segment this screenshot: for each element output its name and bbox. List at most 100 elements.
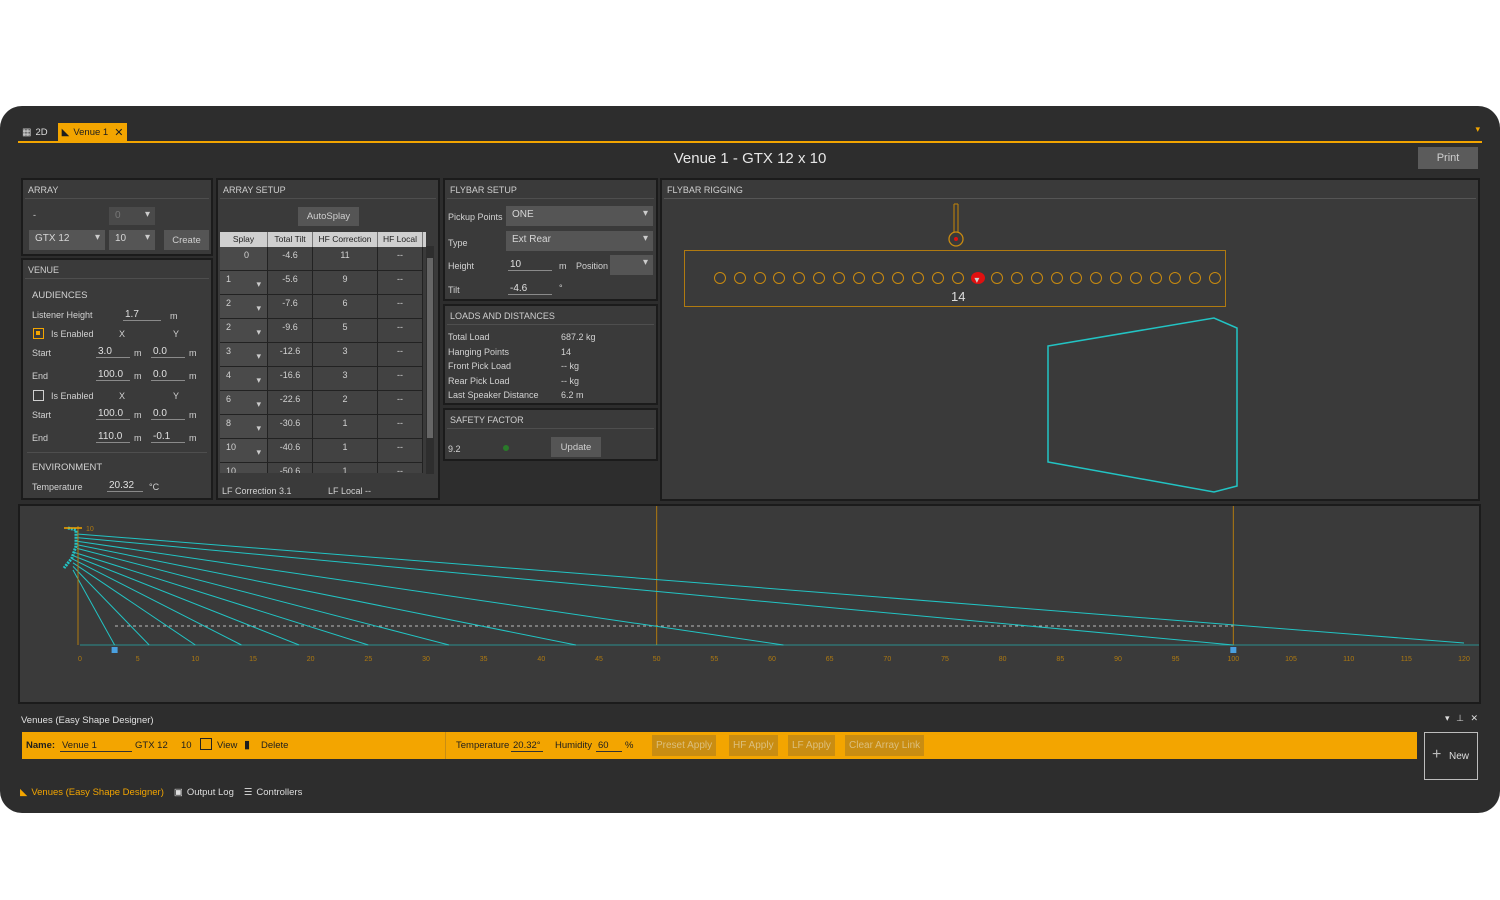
hf-apply-button[interactable]: HF Apply [729,735,778,756]
pin-icon[interactable]: ⊥ [1456,713,1464,723]
close-icon[interactable]: ✕ [114,126,123,139]
tab-2d[interactable]: ▦ 2D [18,123,52,142]
clear-array-link-button[interactable]: Clear Array Link [845,735,925,756]
tab-output-log[interactable]: ▣ Output Log [174,787,234,798]
table-scrollbar[interactable] [426,246,434,474]
close-icon[interactable]: ✕ [1470,713,1478,723]
splay-select[interactable]: 4 [220,367,268,391]
terminal-icon: ▣ [173,787,183,798]
x-tick-label: 105 [1285,656,1297,663]
y-label: Y [173,391,180,401]
audience-1-start-y[interactable]: 0.0 [151,346,185,358]
hf-correction-cell[interactable]: 2 [313,391,378,415]
hf-correction-cell[interactable]: 1 [313,439,378,463]
x-tick-label: 110 [1343,656,1354,663]
table-row: 0 -4.6 11 -- [220,247,426,271]
tilt-input[interactable]: -4.6 [508,283,552,295]
hf-correction-cell[interactable]: 3 [313,343,378,367]
temperature-input[interactable]: 20.32 [107,480,143,492]
splay-select[interactable]: 2 [220,295,268,319]
x-tick-label: 5 [136,656,140,663]
document-tabs: ▦ 2D ◣ Venue 1 ✕ [18,122,133,142]
audience-1-start-x[interactable]: 3.0 [96,346,130,358]
audience-2-start-x[interactable]: 100.0 [96,408,130,420]
table-row: 3-12.63-- [220,343,426,367]
list-icon: ☰ [243,787,253,798]
delete-icon[interactable]: ▮ [244,738,250,751]
hf-correction-cell[interactable]: 1 [313,415,378,439]
update-button[interactable]: Update [551,437,601,457]
load-value: -- kg [561,375,579,386]
hf-correction-cell[interactable]: 1 [313,463,378,473]
audience-1-end-y[interactable]: 0.0 [151,369,185,381]
unit-m: m [170,311,178,321]
tab-controllers[interactable]: ☰ Controllers [244,787,302,798]
hf-correction-cell[interactable]: 11 [313,247,378,271]
listener-height-input[interactable]: 1.7 [123,309,161,321]
audience-2-enabled-label: Is Enabled [51,391,94,401]
audience-2-end-y[interactable]: -0.1 [151,431,185,443]
hf-correction-cell[interactable]: 3 [313,367,378,391]
height-input[interactable]: 10 [508,259,552,271]
total-tilt-cell: -16.6 [268,367,313,391]
view-checkbox[interactable] [200,738,212,750]
tab-venue-label: Venue 1 [73,126,109,138]
chevron-down-icon[interactable]: ▾ [1445,713,1450,723]
array-height-label: 10 [86,526,94,533]
total-tilt-cell: -50.6 [268,463,313,473]
audience-2-start-y[interactable]: 0.0 [151,408,185,420]
temperature-label: Temperature [32,482,83,492]
delete-label[interactable]: Delete [261,740,288,751]
coverage-ray [72,569,116,646]
tilt-unit: ° [559,283,563,293]
tab-venues[interactable]: ◣ Venues (Easy Shape Designer) [20,787,164,798]
hf-correction-cell[interactable]: 5 [313,319,378,343]
total-tilt-cell: -12.6 [268,343,313,367]
hf-correction-cell[interactable]: 9 [313,271,378,295]
new-venue-button[interactable]: + New [1424,732,1478,780]
humidity-input[interactable]: 60 [596,740,622,752]
load-label: Front Pick Load [448,361,512,372]
lf-apply-button[interactable]: LF Apply [788,735,835,756]
tab-2d-label: 2D [35,126,48,138]
side-view-svg: 100 5 10 15 20 25 30 35 40 45 50 55 60 65 70 75 80 85 90 95… [62,506,1479,663]
venue-temperature-input[interactable]: 20.32° [511,740,543,752]
load-label: Hanging Points [448,346,510,357]
chevron-down-icon[interactable]: ▾ [1475,124,1480,135]
splay-select[interactable]: 1 [220,271,268,295]
type-select[interactable]: Ext Rear [506,231,653,251]
type-label: Type [448,238,468,248]
splay-select[interactable]: 3 [220,343,268,367]
venue-name-input[interactable]: Venue 1 [60,740,132,752]
tab-venue-1[interactable]: ◣ Venue 1 ✕ [57,122,128,142]
splay-select[interactable]: 10 [220,463,268,473]
create-button[interactable]: Create [164,230,209,250]
array-model-select[interactable]: GTX 12 [29,230,105,250]
audience-1-end-x[interactable]: 100.0 [96,369,130,381]
coverage-ray [72,558,242,646]
array-panel: ARRAY - 0 GTX 12 10 Create [21,178,213,256]
audience-2-end-x[interactable]: 110.0 [96,431,130,443]
total-tilt-cell: -5.6 [268,271,313,295]
hf-local-cell: -- [378,439,423,463]
splay-select[interactable]: 6 [220,391,268,415]
array-count-select[interactable]: 10 [109,230,155,250]
splay-select[interactable]: 8 [220,415,268,439]
view-label[interactable]: View [217,740,237,751]
preset-apply-button[interactable]: Preset Apply [652,735,717,756]
array-setup-table: Splay Total Tilt HF Correction HF Local … [220,232,426,473]
splay-select[interactable]: 2 [220,319,268,343]
coverage-ray [72,551,369,646]
hf-correction-cell[interactable]: 6 [313,295,378,319]
splay-select[interactable]: 10 [220,439,268,463]
print-button[interactable]: Print [1418,147,1478,169]
col-total-tilt: Total Tilt [268,232,313,247]
audience-2-checkbox[interactable] [33,390,44,401]
audience-1-checkbox[interactable] [33,328,44,339]
scrollbar-thumb[interactable] [427,258,433,438]
autosplay-button[interactable]: AutoSplay [298,207,359,226]
flybar-setup-header: FLYBAR SETUP [447,180,654,199]
position-select[interactable] [610,255,653,275]
pickup-points-select[interactable]: ONE [506,206,653,226]
end-label: End [32,371,49,381]
